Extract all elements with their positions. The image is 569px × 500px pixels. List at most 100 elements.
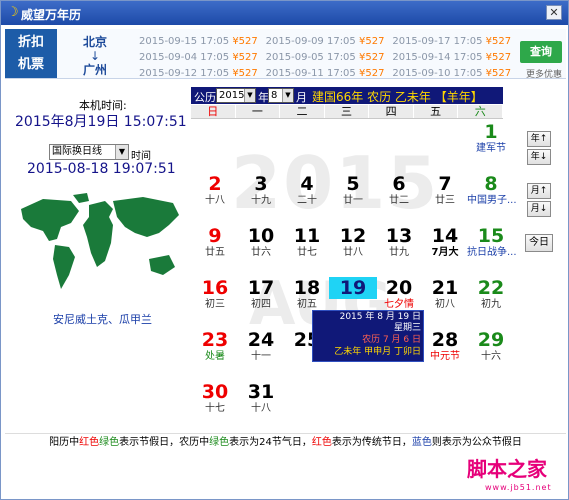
lunar-day: 廿一	[343, 195, 363, 206]
calendar-day[interactable]: 13 廿九	[375, 225, 423, 275]
flight-offer[interactable]: 2015-09-17 17:05 ¥527	[392, 34, 519, 50]
calendar-day[interactable]: 29 十六	[467, 329, 515, 379]
flight-date: 2015-09-15 17:05	[139, 36, 230, 47]
calendar-day[interactable]: 11 廿七	[283, 225, 331, 275]
timezone-datetime: 2015-08-18 19:07:51	[27, 161, 176, 177]
flight-date: 2015-09-09 17:05	[265, 36, 356, 47]
day-number: 17	[247, 277, 275, 299]
calendar-day[interactable]: 8 中国男子...	[467, 173, 517, 223]
flight-offer[interactable]: 2015-09-15 17:05 ¥527	[139, 34, 266, 50]
tag-line-2: 机票	[17, 57, 44, 72]
lunar-day: 建军节	[476, 143, 506, 154]
calendar-day[interactable]: 30 十七	[191, 381, 239, 431]
calendar-day[interactable]: 12 廿八	[329, 225, 377, 275]
calendar-day[interactable]: 5 廿一	[329, 173, 377, 223]
calendar-day[interactable]: 3 十九	[237, 173, 285, 223]
more-deals-link[interactable]: 更多优惠	[526, 67, 562, 78]
calendar-day[interactable]: 1 建军节	[467, 121, 515, 171]
month-up-button[interactable]: 月↑	[527, 183, 551, 199]
calendar-day[interactable]: 4 二十	[283, 173, 331, 223]
flight-price: ¥527	[485, 52, 512, 63]
flight-route[interactable]: 北京 ↓ 广州	[65, 35, 125, 77]
weekday-label: 日	[191, 105, 236, 118]
query-button[interactable]: 查询	[520, 41, 562, 63]
flight-date: 2015-09-17 17:05	[392, 36, 483, 47]
title-bar: ☽ 威望万年历 ✕	[1, 1, 568, 25]
year-select[interactable]: 2015 ▼	[216, 88, 256, 103]
year-value: 2015	[219, 90, 245, 101]
calendar-day[interactable]: 9 廿五	[191, 225, 239, 275]
chevron-down-icon[interactable]: ▼	[282, 89, 293, 102]
world-map[interactable]	[13, 191, 185, 301]
calendar-day[interactable]: 16 初三	[191, 277, 239, 327]
flight-ad-banner[interactable]: 折扣 机票 北京 ↓ 广州 2015-09-15 17:05 ¥527 2015-…	[5, 29, 566, 79]
calendar-day[interactable]: 31 十八	[237, 381, 285, 431]
calendar-day[interactable]: 15 抗日战争...	[467, 225, 517, 275]
greenland-shape	[73, 193, 89, 203]
flight-offer[interactable]: 2015-09-09 17:05 ¥527	[266, 34, 393, 50]
flight-price: ¥527	[358, 52, 385, 63]
flight-date: 2015-09-12 17:05	[139, 68, 230, 79]
solar-label: 公历	[194, 91, 216, 104]
flight-date: 2015-09-10 17:05	[392, 68, 483, 79]
calendar-day[interactable]: 10 廿六	[237, 225, 285, 275]
lunar-day: 廿二	[389, 195, 409, 206]
discount-ticket-tag[interactable]: 折扣 机票	[5, 29, 57, 78]
legend-text-1: 阳历中	[49, 437, 80, 448]
calendar-day[interactable]: 23 处暑	[191, 329, 239, 379]
calendar-day[interactable]: 2 十八	[191, 173, 239, 223]
calendar-day[interactable]: 21 初八	[421, 277, 469, 327]
flight-row: 2015-09-12 17:05 ¥527 2015-09-11 17:05 ¥5…	[139, 66, 519, 79]
year-down-button[interactable]: 年↓	[527, 149, 551, 165]
popup-weekday: 星期三	[393, 323, 421, 333]
calendar-day[interactable]: 24 十一	[237, 329, 285, 379]
calendar-day[interactable]: 17 初四	[237, 277, 285, 327]
year-up-button[interactable]: 年↑	[527, 131, 551, 147]
flight-date: 2015-09-04 17:05	[139, 52, 230, 63]
route-origin: 北京	[82, 35, 107, 49]
today-button[interactable]: 今日	[525, 234, 553, 252]
month-select[interactable]: 8 ▼	[268, 88, 294, 103]
lunar-day: 十八	[205, 195, 225, 206]
day-number: 22	[477, 277, 505, 299]
flight-price: ¥527	[232, 52, 258, 63]
day-number: 4	[300, 173, 314, 195]
calendar-day[interactable]: 7 廿三	[421, 173, 469, 223]
flight-offer[interactable]: 2015-09-05 17:05 ¥527	[266, 50, 393, 66]
day-number: 12	[339, 225, 367, 247]
time-panel: 本机时间: 2015年8月19日 15:07:51 国际换日线 ▼ 时间 201…	[9, 91, 187, 431]
timezone-select[interactable]: 国际换日线 ▼	[49, 144, 129, 160]
flight-offer[interactable]: 2015-09-04 17:05 ¥527	[139, 50, 266, 66]
day-number: 21	[431, 277, 459, 299]
calendar-day[interactable]: 14 7月大	[421, 225, 469, 275]
north-america-shape	[21, 199, 79, 241]
lunar-day: 十六	[481, 351, 501, 362]
chevron-down-icon[interactable]: ▼	[244, 89, 255, 102]
tag-line-1: 折扣	[17, 35, 44, 50]
europe-africa-shape	[83, 201, 113, 267]
lunar-day: 初三	[205, 299, 225, 310]
flight-offer[interactable]: 2015-09-10 17:05 ¥527	[392, 66, 519, 79]
day-number: 1	[484, 121, 498, 143]
lunar-day: 中元节	[430, 351, 460, 362]
month-down-button[interactable]: 月↓	[527, 201, 551, 217]
close-button[interactable]: ✕	[546, 5, 562, 20]
day-number: 24	[247, 329, 275, 351]
calendar-day[interactable]: 6 廿二	[375, 173, 423, 223]
flight-date: 2015-09-14 17:05	[392, 52, 483, 63]
window-title: 威望万年历	[21, 8, 82, 22]
route-destination: 广州	[82, 63, 107, 77]
chevron-down-icon[interactable]: ▼	[115, 145, 128, 159]
legend-text-4: 表示为传统节日，	[331, 437, 412, 448]
weekday-label: 三	[324, 105, 370, 118]
site-url: www.jb51.net	[485, 483, 552, 492]
popup-lunar-date: 农历 7 月 6 日	[362, 335, 421, 345]
flight-offer[interactable]: 2015-09-12 17:05 ¥527	[139, 66, 266, 79]
calendar-day[interactable]: 28 中元节	[421, 329, 469, 379]
flight-offer[interactable]: 2015-09-14 17:05 ¥527	[392, 50, 519, 66]
flight-offer[interactable]: 2015-09-11 17:05 ¥527	[266, 66, 393, 78]
legend-footer: 阳历中红色绿色表示节假日，农历中绿色表示为24节气日，红色表示为传统节日，蓝色则…	[5, 433, 566, 451]
timezone-suffix: 时间	[131, 151, 151, 162]
legend-blue-1: 蓝色	[411, 437, 432, 448]
calendar-day[interactable]: 22 初九	[467, 277, 515, 327]
